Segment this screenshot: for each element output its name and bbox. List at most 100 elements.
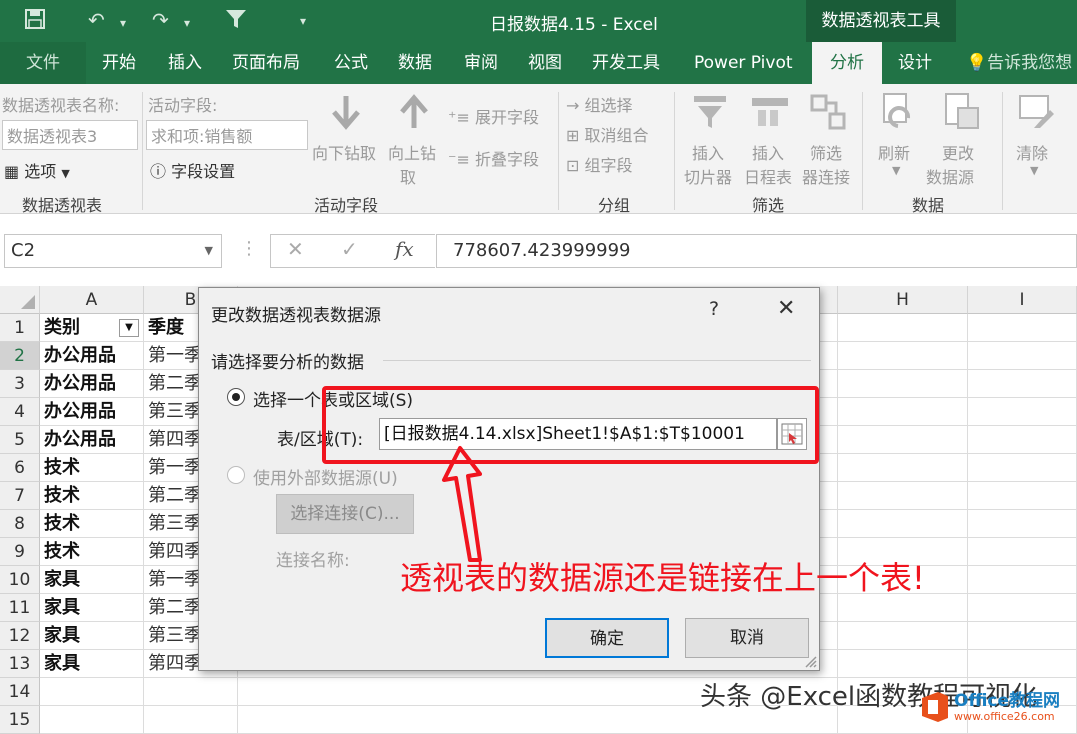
pivot-name-input[interactable]: 数据透视表3 [2,120,138,150]
tab-file[interactable]: 文件 [0,42,86,84]
cell-category[interactable]: 技术 [40,454,144,482]
tab-home[interactable]: 开始 [102,42,136,84]
cell-empty[interactable] [838,342,968,370]
field-settings-button[interactable]: ⓘ 字段设置 [150,158,235,182]
tab-analyze[interactable]: 分析 [812,42,882,84]
collapse-field-button[interactable]: ⁻≡ 折叠字段 [448,146,539,170]
cell-empty[interactable] [968,538,1077,566]
cell-category[interactable]: 办公用品 [40,342,144,370]
tab-review[interactable]: 审阅 [464,42,498,84]
cell-empty[interactable] [968,566,1077,594]
group-selection-button[interactable]: → 组选择 [566,92,633,116]
radio-external-source[interactable] [227,466,245,484]
group-field-button[interactable]: ⊡ 组字段 [566,152,633,176]
column-header-i[interactable]: I [968,286,1077,314]
cell-empty[interactable] [968,510,1077,538]
row-header[interactable]: 4 [0,398,40,426]
row-header[interactable]: 8 [0,510,40,538]
cell-empty[interactable] [968,426,1077,454]
cell-empty[interactable] [838,650,968,678]
cell-category[interactable]: 家具 [40,594,144,622]
row-header[interactable]: 14 [0,678,40,706]
cell-empty[interactable] [144,678,238,706]
redo-icon[interactable]: ↷ [152,8,169,32]
chevron-down-icon[interactable]: ▼ [205,235,213,267]
row-header[interactable]: 10 [0,566,40,594]
name-box[interactable]: C2 ▼ [4,234,222,268]
row-header[interactable]: 9 [0,538,40,566]
help-button[interactable]: ? [709,298,719,320]
customize-qat-icon[interactable]: ▾ [300,14,306,28]
insert-function-icon[interactable]: fx [395,237,414,261]
cell-category[interactable]: 办公用品 [40,426,144,454]
header-cell-category[interactable]: 类别 ▼ [40,314,144,342]
tab-developer[interactable]: 开发工具 [592,42,660,84]
resize-grip-icon[interactable] [803,654,817,668]
tab-data[interactable]: 数据 [398,42,432,84]
tell-me-search[interactable]: 💡告诉我您想 [966,42,1077,84]
row-header[interactable]: 12 [0,622,40,650]
expand-field-button[interactable]: ⁺≡ 展开字段 [448,104,539,128]
select-all-corner[interactable] [0,286,40,314]
tab-design[interactable]: 设计 [898,42,932,84]
filter-dropdown-icon[interactable]: ▼ [119,319,139,337]
cell-empty[interactable] [838,314,968,342]
cancel-edit-icon[interactable]: ✕ [287,237,304,261]
cell-category[interactable]: 家具 [40,566,144,594]
cell-empty[interactable] [968,622,1077,650]
tab-formulas[interactable]: 公式 [334,42,368,84]
cell-empty[interactable] [838,398,968,426]
cell-empty[interactable] [838,426,968,454]
row-header[interactable]: 6 [0,454,40,482]
tab-page-layout[interactable]: 页面布局 [232,42,300,84]
row-header[interactable]: 5 [0,426,40,454]
cell-category[interactable]: 技术 [40,538,144,566]
radio-select-table[interactable] [227,388,245,406]
formula-bar-grip[interactable]: ⋮ [240,238,258,259]
row-header[interactable]: 1 [0,314,40,342]
row-header[interactable]: 13 [0,650,40,678]
row-header[interactable]: 3 [0,370,40,398]
cell-empty[interactable] [968,370,1077,398]
choose-connection-button[interactable]: 选择连接(C)... [276,494,414,534]
cell-category[interactable]: 办公用品 [40,398,144,426]
cell-empty[interactable] [838,622,968,650]
close-button[interactable]: ✕ [777,296,795,321]
active-field-input[interactable]: 求和项:销售额 [146,120,308,150]
column-header-a[interactable]: A [40,286,144,314]
cell-empty[interactable] [968,314,1077,342]
cell-empty[interactable] [968,454,1077,482]
cell-category[interactable]: 技术 [40,482,144,510]
confirm-edit-icon[interactable]: ✓ [341,237,358,261]
options-button[interactable]: ▦ 选项 ▼ [4,158,70,182]
undo-dropdown-icon[interactable]: ▾ [120,16,126,30]
cell-empty[interactable] [838,370,968,398]
ok-button[interactable]: 确定 [545,618,669,658]
row-header[interactable]: 2 [0,342,40,370]
save-icon[interactable] [24,8,46,35]
cell-category[interactable]: 家具 [40,622,144,650]
undo-icon[interactable]: ↶ [88,8,105,32]
cell-category[interactable]: 办公用品 [40,370,144,398]
cell-empty[interactable] [968,342,1077,370]
tab-view[interactable]: 视图 [528,42,562,84]
cell-empty[interactable] [838,454,968,482]
filter-icon[interactable] [224,8,248,35]
tab-power-pivot[interactable]: Power Pivot [694,42,793,84]
cell-empty[interactable] [968,650,1077,678]
formula-input[interactable]: 778607.423999999 [436,234,1077,268]
tab-insert[interactable]: 插入 [168,42,202,84]
cell-empty[interactable] [40,678,144,706]
redo-dropdown-icon[interactable]: ▾ [184,16,190,30]
cell-empty[interactable] [968,398,1077,426]
cell-empty[interactable] [838,510,968,538]
row-header[interactable]: 7 [0,482,40,510]
ungroup-button[interactable]: ⊞ 取消组合 [566,122,649,146]
cancel-button[interactable]: 取消 [685,618,809,658]
cell-empty[interactable] [838,482,968,510]
cell-category[interactable]: 技术 [40,510,144,538]
row-header[interactable]: 11 [0,594,40,622]
column-header-h[interactable]: H [838,286,968,314]
cell-empty[interactable] [968,594,1077,622]
cell-category[interactable]: 家具 [40,650,144,678]
